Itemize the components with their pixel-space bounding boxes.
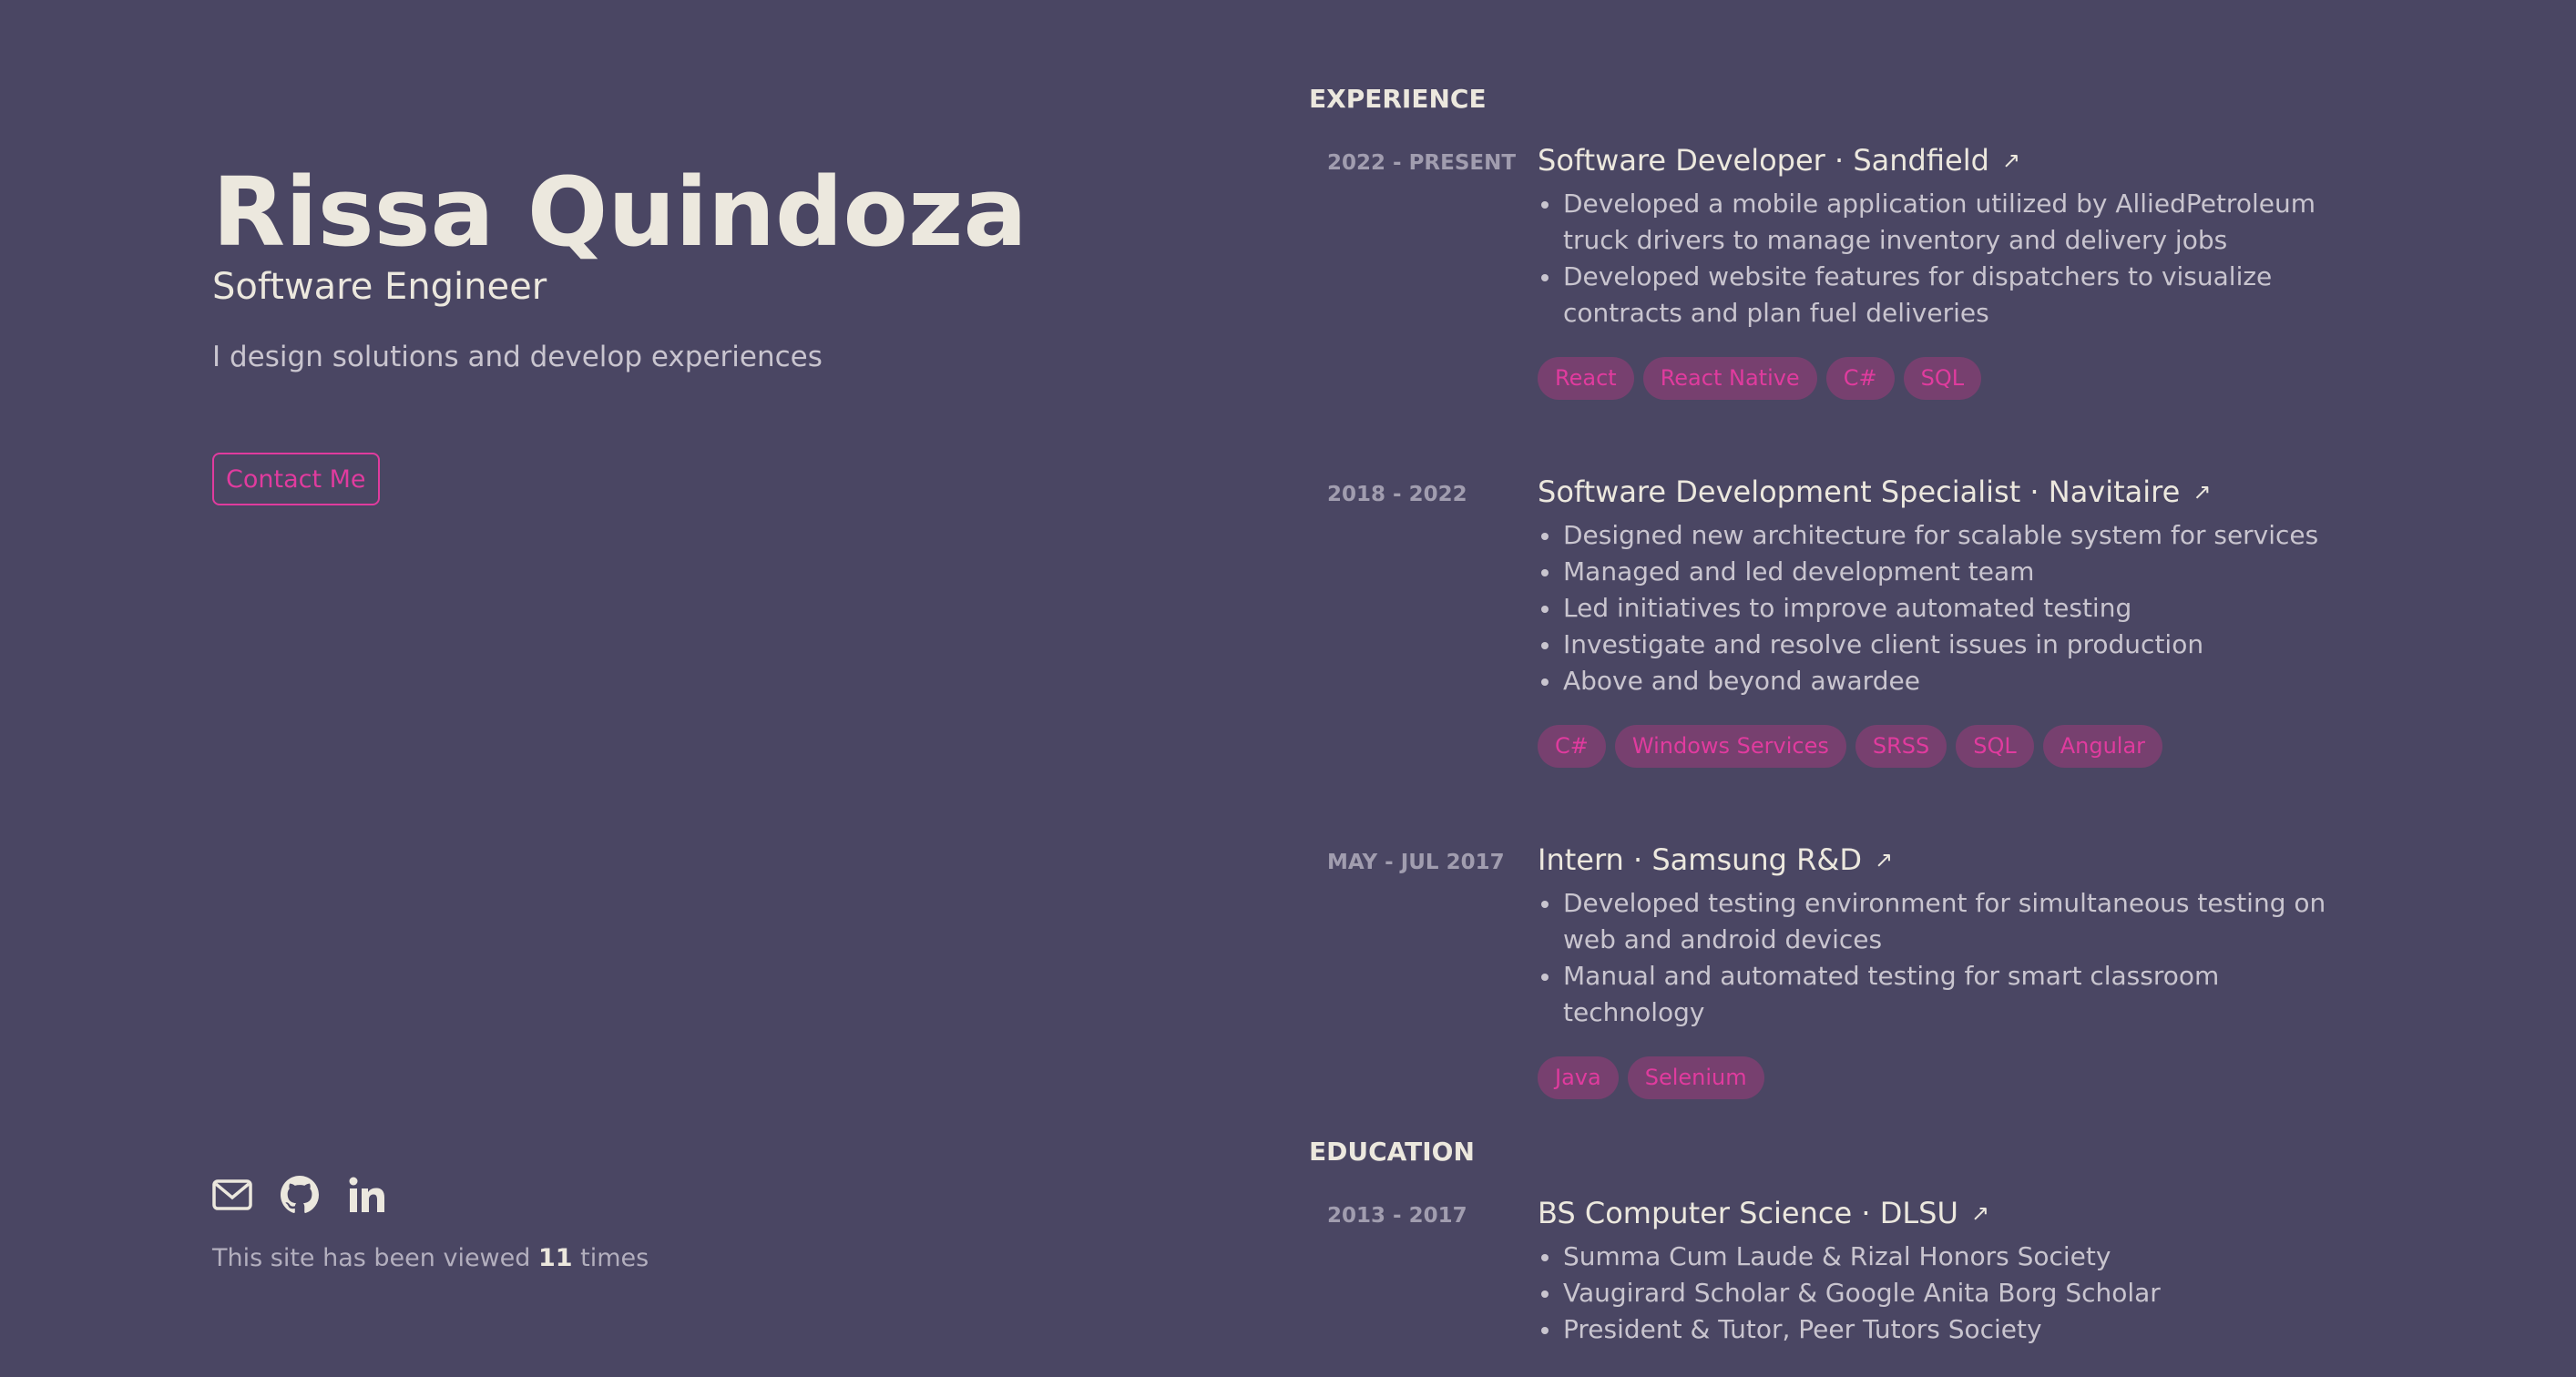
entry-bullets: Developed testing environment for simult… (1538, 885, 2357, 1031)
linkedin-icon[interactable] (347, 1175, 387, 1215)
entry-date: 2013 - 2017 (1327, 1204, 1467, 1228)
bullet-item: President & Tutor, Peer Tutors Society (1541, 1311, 2357, 1348)
mail-icon[interactable] (212, 1175, 252, 1215)
resume-panel: EXPERIENCE 2022 - PRESENT Software Devel… (1309, 0, 2402, 1377)
entry-title-link[interactable]: BS Computer Science · DLSU ↗ (1538, 1191, 1989, 1235)
entry-title: Software Development Specialist · Navita… (1538, 474, 2181, 509)
bullet-item: Vaugirard Scholar & Google Anita Borg Sc… (1541, 1275, 2357, 1311)
entry-date: 2018 - 2022 (1327, 483, 1467, 506)
tech-tags: Java Selenium (1538, 1056, 2357, 1099)
arrow-up-right-icon: ↗ (1970, 1200, 1989, 1226)
entry-title-link[interactable]: Intern · Samsung R&D ↗ (1538, 838, 1893, 882)
view-counter: This site has been viewed 11 times (212, 1244, 649, 1272)
tech-tag: C# (1825, 357, 1895, 400)
entry-bullets: Designed new architecture for scalable s… (1538, 517, 2357, 699)
entry-title: Software Developer · Sandfield (1538, 143, 1989, 178)
tech-tag: SQL (1956, 725, 2034, 768)
entry-title: BS Computer Science · DLSU (1538, 1196, 1958, 1230)
bullet-item: Above and beyond awardee (1541, 663, 2357, 699)
tech-tags: React React Native C# SQL (1538, 357, 2357, 400)
tech-tag: React (1538, 357, 1634, 400)
entry-title-link[interactable]: Software Developer · Sandfield ↗ (1538, 138, 2020, 182)
bullet-item: Developed website features for dispatche… (1541, 259, 2357, 332)
entry-bullets: Summa Cum Laude & Rizal Honors Society V… (1538, 1239, 2357, 1348)
entry-date: MAY - JUL 2017 (1327, 851, 1505, 874)
entry-bullets: Developed a mobile application utilized … (1538, 186, 2357, 332)
view-counter-prefix: This site has been viewed (212, 1244, 531, 1272)
entry-title-link[interactable]: Software Development Specialist · Navita… (1538, 470, 2211, 514)
social-links (212, 1175, 387, 1215)
tech-tag: SQL (1903, 357, 1982, 400)
bullet-item: Managed and led development team (1541, 554, 2357, 590)
arrow-up-right-icon: ↗ (2001, 148, 2020, 173)
profile-role: Software Engineer (212, 266, 547, 308)
bullet-item: Investigate and resolve client issues in… (1541, 627, 2357, 663)
bullet-item: Developed a mobile application utilized … (1541, 186, 2357, 259)
bullet-item: Led initiatives to improve automated tes… (1541, 590, 2357, 627)
arrow-up-right-icon: ↗ (2193, 479, 2212, 505)
bullet-item: Summa Cum Laude & Rizal Honors Society (1541, 1239, 2357, 1275)
tech-tag: Angular (2042, 725, 2163, 768)
tech-tag: React Native (1642, 357, 1817, 400)
education-heading: EDUCATION (1309, 1137, 1475, 1167)
contact-me-button[interactable]: Contact Me (212, 453, 380, 505)
tech-tag: Selenium (1627, 1056, 1764, 1099)
profile-name: Rissa Quindoza (212, 157, 1027, 268)
tech-tag: Java (1538, 1056, 1619, 1099)
tech-tags: C# Windows Services SRSS SQL Angular (1538, 725, 2357, 768)
profile-panel: Rissa Quindoza Software Engineer I desig… (212, 0, 1214, 1377)
profile-tagline: I design solutions and develop experienc… (212, 341, 823, 373)
github-icon[interactable] (280, 1175, 320, 1215)
view-counter-suffix: times (580, 1244, 649, 1272)
tech-tag: Windows Services (1614, 725, 1846, 768)
tech-tag: SRSS (1855, 725, 1947, 768)
view-count: 11 (538, 1244, 573, 1272)
arrow-up-right-icon: ↗ (1874, 847, 1894, 872)
bullet-item: Manual and automated testing for smart c… (1541, 958, 2357, 1031)
bullet-item: Developed testing environment for simult… (1541, 885, 2357, 958)
entry-date: 2022 - PRESENT (1327, 151, 1517, 175)
experience-heading: EXPERIENCE (1309, 84, 1487, 114)
tech-tag: C# (1538, 725, 1606, 768)
entry-title: Intern · Samsung R&D (1538, 842, 1862, 877)
bullet-item: Designed new architecture for scalable s… (1541, 517, 2357, 554)
